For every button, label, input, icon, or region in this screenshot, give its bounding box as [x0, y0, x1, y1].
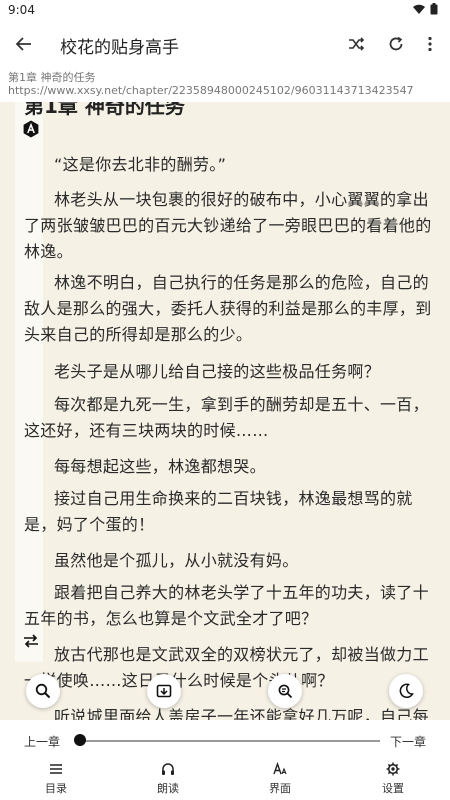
auto-font-icon[interactable]	[22, 120, 40, 138]
status-icons	[413, 3, 438, 15]
tab-label: 界面	[269, 782, 291, 795]
headphones-icon	[162, 763, 174, 775]
tab-label: 目录	[45, 782, 67, 795]
book-title: 校花的贴身高手	[60, 38, 179, 58]
auto-page-icon	[156, 684, 172, 698]
paragraph: “这是你去北非的酬劳。”	[54, 155, 227, 174]
more-vertical-icon	[428, 36, 432, 52]
gear-icon	[386, 762, 400, 776]
font-size-icon	[273, 762, 287, 775]
arrow-left-icon	[15, 37, 31, 51]
refresh-button[interactable]	[382, 30, 410, 58]
bottom-menu: 上一章 下一章 目录 朗读 界面 设置	[0, 720, 450, 800]
paragraph: 放古代那也是文武双全的双榜状元了，却被当做力工一样使唤……这日子什么时候是个头儿…	[24, 645, 429, 690]
tab-label: 设置	[382, 782, 404, 795]
paragraph: 林逸不明白，自己执行的任务是那么的危险，自己的敌人是那么的强大，委托人获得的利益…	[24, 273, 432, 344]
next-chapter-button[interactable]: 下一章	[390, 733, 426, 750]
tab-catalog[interactable]: 目录	[26, 762, 86, 796]
paragraph: 跟着把自己养大的林老头学了十五年的功夫，读了十五年的书，怎么也算是个文武全才了吧…	[24, 583, 429, 628]
tab-read-aloud[interactable]: 朗读	[138, 762, 198, 796]
auto-page-button[interactable]	[147, 674, 181, 708]
search-icon	[35, 683, 51, 699]
reading-content[interactable]: 第1章 神奇的任务 “这是你去北非的酬劳。” 林老头从一块包裹的很好的破布中，小…	[0, 102, 450, 720]
tab-interface[interactable]: 界面	[250, 762, 310, 796]
more-options-button[interactable]	[416, 30, 444, 58]
reader-screen: 9:04 校花的贴身高手 第1章 神奇的任务 https://www.xxsy.…	[0, 0, 450, 800]
chapter-info: 第1章 神奇的任务 https://www.xxsy.net/chapter/2…	[0, 66, 450, 102]
chapter-progress-thumb[interactable]	[74, 734, 86, 746]
chapter-url[interactable]: https://www.xxsy.net/chapter/22358948000…	[8, 84, 414, 97]
change-source-button[interactable]	[342, 30, 370, 58]
tab-label: 朗读	[157, 782, 179, 795]
battery-icon	[430, 3, 438, 15]
wifi-icon	[413, 4, 425, 14]
paragraph: 接过自己用生命换来的二百块钱，林逸最想骂的就是，妈了个蛋的！	[24, 489, 413, 534]
chapter-progress-track[interactable]	[80, 740, 380, 742]
tab-settings[interactable]: 设置	[363, 762, 423, 796]
search-button[interactable]	[26, 674, 60, 708]
paragraph: 虽然他是个孤儿，从小就没有妈。	[54, 551, 299, 570]
list-icon	[50, 764, 62, 774]
status-time: 9:04	[8, 3, 35, 17]
paragraph: 老头子是从哪儿给自己接的这些极品任务啊？	[54, 362, 381, 381]
paragraph: 林老头从一块包裹的很好的破布中，小心翼翼的拿出了两张皱皱巴巴的百元大钞递给了一旁…	[24, 190, 432, 261]
prev-chapter-button[interactable]: 上一章	[24, 733, 60, 750]
shuffle-icon	[349, 37, 364, 51]
paragraph: 每每想起这些，林逸都想哭。	[54, 457, 266, 476]
night-mode-button[interactable]	[389, 674, 423, 708]
refresh-icon	[389, 36, 403, 51]
chapter-heading: 第1章 神奇的任务	[24, 102, 185, 118]
app-bar: 校花的贴身高手	[0, 22, 450, 66]
status-bar: 9:04	[0, 0, 450, 22]
chapter-name: 第1章 神奇的任务	[8, 71, 96, 84]
swap-arrows-icon[interactable]	[22, 632, 40, 650]
find-replace-icon	[278, 684, 293, 699]
moon-icon	[399, 683, 414, 699]
paragraph: 每次都是九死一生，拿到手的酬劳却是五十、一百，这还好，还有三块两块的时候……	[24, 395, 429, 440]
back-button[interactable]	[10, 30, 38, 58]
replace-rule-button[interactable]	[268, 674, 302, 708]
paragraph: 听说城里面给人盖房子一年还能拿好几万呢，自己每天	[54, 707, 429, 720]
